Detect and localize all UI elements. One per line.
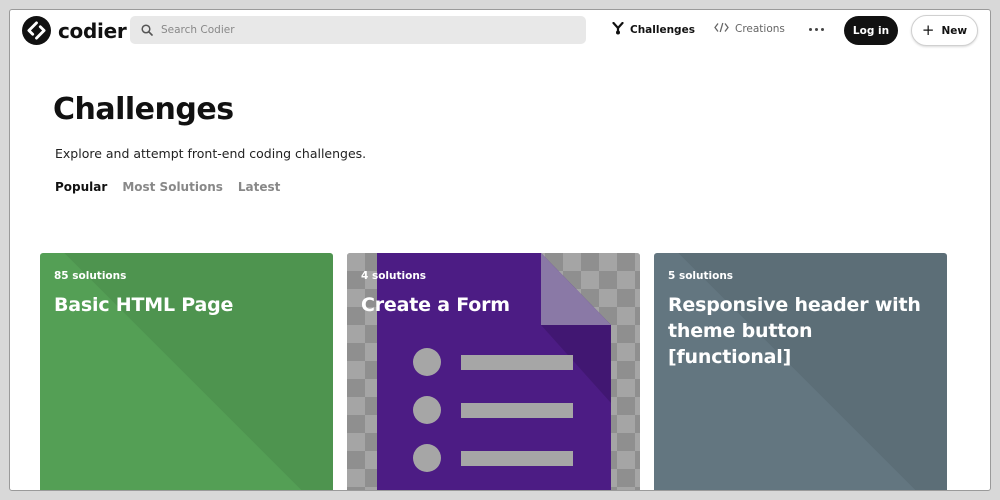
tab-latest[interactable]: Latest	[238, 180, 281, 194]
challenge-card-responsive-header[interactable]: 5 solutions Responsive header with theme…	[654, 253, 947, 490]
solutions-count: 5 solutions	[668, 270, 734, 282]
search-input[interactable]	[161, 24, 561, 36]
new-button-label: New	[941, 24, 968, 37]
tab-popular[interactable]: Popular	[55, 180, 107, 194]
brand-name: codier	[58, 18, 127, 43]
card-background	[40, 253, 333, 490]
page-title: Challenges	[53, 92, 234, 127]
solutions-count: 85 solutions	[54, 270, 127, 282]
challenges-icon	[612, 21, 624, 38]
plus-icon: +	[921, 21, 935, 39]
code-icon	[714, 22, 729, 36]
nav-challenges-label: Challenges	[630, 24, 695, 36]
login-button[interactable]: Log in	[844, 16, 898, 45]
nav-creations-label: Creations	[735, 23, 785, 35]
nav-creations-link[interactable]: Creations	[714, 22, 785, 36]
top-navigation: codier Challenges	[10, 10, 990, 52]
search-bar[interactable]	[130, 16, 586, 44]
solutions-count: 4 solutions	[361, 270, 427, 282]
sort-tabs: Popular Most Solutions Latest	[55, 180, 280, 194]
challenge-card-create-form[interactable]: 4 solutions Create a Form	[347, 253, 640, 490]
tab-most-solutions[interactable]: Most Solutions	[122, 180, 223, 194]
codier-logo-icon	[22, 16, 51, 45]
new-button[interactable]: + New	[911, 15, 978, 46]
logo[interactable]: codier	[22, 16, 127, 45]
challenge-card-basic-html[interactable]: 85 solutions Basic HTML Page	[40, 253, 333, 490]
card-title: Create a Form	[361, 294, 510, 316]
page-subtitle: Explore and attempt front-end coding cha…	[55, 146, 367, 161]
nav-challenges-link[interactable]: Challenges	[612, 21, 695, 38]
more-options-icon[interactable]	[807, 20, 825, 38]
browser-viewport: codier Challenges	[9, 9, 991, 491]
card-background	[654, 253, 947, 490]
search-icon	[141, 21, 153, 40]
card-title: Responsive header with theme button [fun…	[668, 294, 921, 368]
form-document-icon	[377, 253, 611, 490]
card-title: Basic HTML Page	[54, 294, 234, 316]
